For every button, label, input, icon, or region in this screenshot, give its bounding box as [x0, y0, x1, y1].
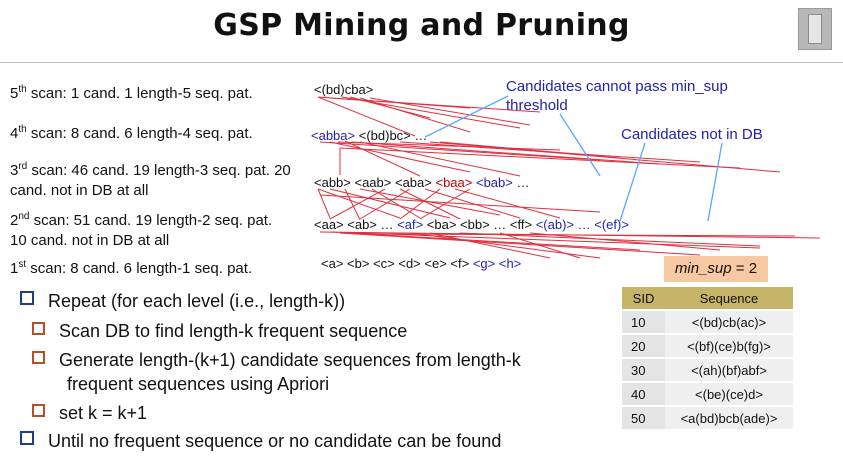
min-sup-box: min_sup = 2	[664, 256, 768, 282]
square-bullet-icon	[20, 431, 34, 445]
bullet-set-k: set k = k+1	[32, 402, 147, 424]
table-header-row: SID Sequence	[622, 287, 793, 310]
square-bullet-icon	[32, 322, 45, 335]
table-row: 30 <(ah)(bf)abf>	[622, 357, 793, 382]
square-bullet-icon	[20, 291, 34, 305]
table-row: 50 <a(bd)bcb(ade)>	[622, 405, 793, 429]
sequence-header: Sequence	[665, 287, 793, 310]
table-row: 10 <(bd)cb(ac)>	[622, 309, 793, 334]
sequence-database-table: SID Sequence 10 <(bd)cb(ac)> 20 <(bf)(ce)b…	[622, 287, 793, 429]
bullet-generate: Generate length-(k+1) candidate sequence…	[32, 349, 521, 371]
square-bullet-icon	[32, 404, 45, 417]
square-bullet-icon	[32, 351, 45, 364]
bullet-generate-cont: frequent sequences using Apriori	[67, 374, 330, 394]
bullet-scan-db: Scan DB to find length-k frequent sequen…	[32, 320, 407, 342]
table-row: 20 <(bf)(ce)b(fg)>	[622, 333, 793, 358]
table-row: 40 <(be)(ce)d>	[622, 381, 793, 406]
sid-header: SID	[622, 287, 665, 310]
bullet-until: Until no frequent sequence or no candida…	[20, 430, 501, 452]
bullet-repeat: Repeat (for each level (i.e., length-k))	[20, 290, 345, 312]
